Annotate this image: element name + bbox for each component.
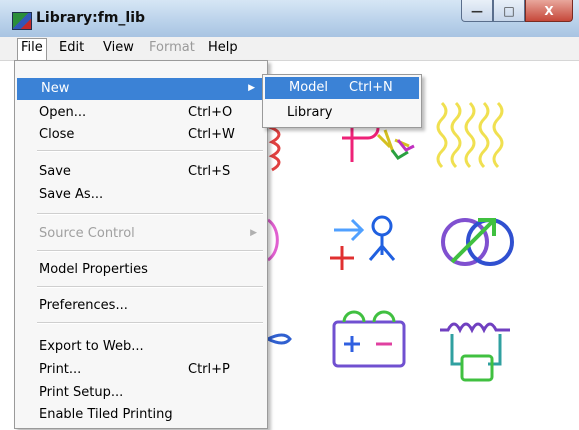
menu-item-label: Model Properties	[39, 262, 148, 277]
menu-separator	[37, 322, 263, 324]
shortcut-label: Ctrl+N	[349, 80, 393, 95]
menu-item-label: Save	[39, 164, 71, 179]
coil-heater-icon	[440, 322, 510, 382]
menu-item-label: New	[41, 81, 70, 96]
app-icon	[12, 12, 32, 30]
person-arrow-plus-icon	[330, 215, 396, 270]
menu-item-label: Open...	[39, 105, 87, 120]
menu-item-source-control[interactable]: Source Control ▶	[15, 223, 267, 245]
menu-item-export-web[interactable]: Export to Web...	[15, 336, 267, 358]
menu-item-label: Source Control	[39, 226, 135, 241]
menu-view[interactable]: View	[103, 40, 134, 55]
shortcut-label: Ctrl+S	[188, 164, 231, 179]
shortcut-label: Ctrl+P	[188, 362, 230, 377]
menu-item-label: Model	[289, 80, 329, 95]
menu-edit[interactable]: Edit	[59, 40, 84, 55]
window-controls: — □ X	[461, 0, 573, 22]
window-title: Library:fm_lib	[36, 10, 146, 26]
menu-separator	[37, 213, 263, 215]
menu-item-label: Library	[287, 105, 333, 120]
menu-file[interactable]: File	[17, 38, 47, 61]
shortcut-label: Ctrl+W	[188, 127, 235, 142]
battery-icon	[332, 310, 406, 368]
menu-item-preferences[interactable]: Preferences...	[15, 295, 267, 317]
partial-circle-icon	[267, 218, 279, 262]
minimize-button[interactable]: —	[461, 0, 493, 22]
submenu-item-library[interactable]: Library	[263, 102, 421, 124]
menu-item-print-setup[interactable]: Print Setup...	[15, 382, 267, 404]
menu-bar: File Edit View Format Help	[0, 37, 579, 61]
menu-item-save[interactable]: Save Ctrl+S	[15, 161, 267, 183]
gear-rings-icon	[441, 218, 514, 266]
menu-separator	[37, 286, 263, 288]
maximize-button[interactable]: □	[493, 0, 525, 22]
menu-item-tiled-printing[interactable]: Enable Tiled Printing	[15, 404, 267, 426]
lens-icon	[264, 333, 292, 345]
menu-item-close[interactable]: Close Ctrl+W	[15, 124, 267, 146]
menu-separator	[37, 250, 263, 252]
menu-item-label: Save As...	[39, 187, 104, 202]
menu-item-label: Close	[39, 127, 75, 142]
submenu-item-model[interactable]: Model Ctrl+N	[265, 77, 419, 99]
menu-format[interactable]: Format	[149, 40, 195, 55]
submenu-arrow-icon: ▶	[248, 83, 255, 93]
menu-item-save-as[interactable]: Save As...	[15, 184, 267, 206]
menu-item-new[interactable]: New ▶	[17, 78, 265, 100]
title-bar: Library:fm_lib — □ X	[0, 0, 579, 38]
close-button[interactable]: X	[525, 0, 573, 22]
menu-item-label: Print Setup...	[39, 385, 124, 400]
menu-item-label: Preferences...	[39, 298, 128, 313]
shortcut-label: Ctrl+O	[188, 105, 233, 120]
submenu-arrow-icon: ▶	[250, 228, 257, 238]
menu-item-label: Enable Tiled Printing	[39, 407, 173, 422]
wave-icon	[436, 101, 504, 169]
menu-item-label: Print...	[39, 362, 82, 377]
menu-item-label: Export to Web...	[39, 339, 144, 354]
file-menu-dropdown: New ▶ Open... Ctrl+O Close Ctrl+W Save C…	[14, 60, 268, 429]
menu-help[interactable]: Help	[208, 40, 238, 55]
new-submenu: Model Ctrl+N Library	[262, 74, 422, 128]
menu-separator	[37, 150, 263, 152]
menu-item-open[interactable]: Open... Ctrl+O	[15, 102, 267, 124]
menu-item-print[interactable]: Print... Ctrl+P	[15, 359, 267, 381]
menu-item-model-properties[interactable]: Model Properties	[15, 259, 267, 281]
